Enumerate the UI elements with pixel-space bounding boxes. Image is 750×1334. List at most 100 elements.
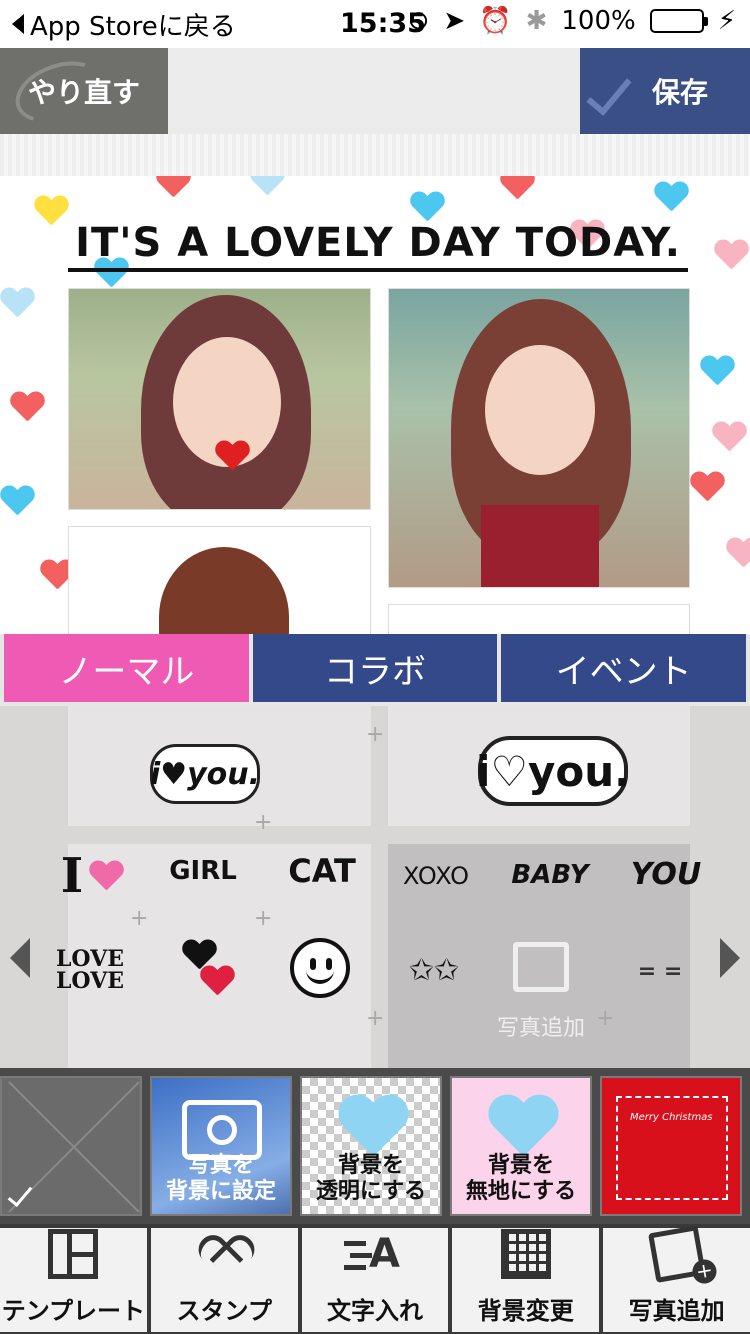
title-underline [68,268,688,272]
grid-plus-icon: + [366,1006,385,1031]
menu-add-photo-label: 写真追加 [628,1297,725,1325]
menu-stamp[interactable]: スタンプ [150,1228,298,1332]
menu-stamp-label: スタンプ [176,1297,272,1325]
background-transparent-label: 背景を 透明にする [315,1153,427,1204]
back-label: App Storeに戻る [30,11,236,42]
photo-slot-4[interactable] [388,604,690,636]
tab-normal[interactable]: ノーマル [4,634,249,702]
template-icon [48,1229,99,1279]
heart-decoration [410,192,444,222]
person-photo-icon [513,942,569,992]
save-label: 保存 [651,76,708,109]
stamp-panel: + + + + + + i♥you. i♡you. I GIRL CAT XOX… [0,706,750,1068]
stamp-double-heart[interactable] [178,936,238,1006]
stamp-label: CAT [288,852,356,890]
status-bar: App Storeに戻る 15:35 ⊙ ➤ ⏰ ✱ 100% ⚡ [0,0,750,48]
checkmark-icon [586,68,632,116]
stamp-label: YOU [630,857,702,892]
stamp-i-xoxo[interactable]: XOXO [394,846,478,906]
background-none[interactable] [0,1076,142,1216]
menu-text[interactable]: A 文字入れ [301,1228,449,1332]
back-to-app-store-link[interactable]: App Storeに戻る [0,6,236,43]
stamp-label: GIRL [169,856,237,886]
menu-text-label: 文字入れ [326,1297,423,1325]
background-photo-label: 写真を 背景に設定 [165,1153,276,1204]
photo-slot-1[interactable] [68,288,371,510]
tab-event[interactable]: イベント [501,634,747,702]
heart-decoration [34,196,68,226]
tab-collab[interactable]: コラボ [252,634,498,702]
grid-plus-icon: + [254,906,273,931]
photo-slot-2[interactable] [388,288,690,588]
heart-decoration [714,240,748,270]
stamp-i-heart[interactable]: I [52,846,132,906]
stamp-i-girl[interactable]: GIRL [160,836,246,906]
heart-decoration [10,392,44,422]
grid-plus-icon: + [130,906,149,931]
background-plain[interactable]: 背景を 無地にする [450,1076,592,1216]
stamp-i-you[interactable]: YOU [626,844,706,906]
redo-button[interactable]: やり直す [0,48,168,134]
photo-face [485,345,595,475]
whiskers-icon: = = [637,958,683,984]
next-page-arrow[interactable] [720,938,740,978]
heart-decoration [690,472,724,502]
background-plain-label: 背景を 無地にする [465,1153,577,1204]
battery-percent: 100% [561,6,636,36]
grid-plus-icon: + [366,722,385,747]
background-set-photo[interactable]: 写真を 背景に設定 [150,1076,292,1216]
bluetooth-icon: ✱ [525,6,548,36]
stamp-i-baby[interactable]: BABY [508,844,592,906]
background-icon [500,1229,551,1279]
heart-frame-icon [486,1096,560,1156]
stamp-label: LOVE LOVE [55,946,125,994]
menu-background[interactable]: 背景変更 [452,1228,600,1332]
stamp-i-cat[interactable]: CAT [282,836,362,906]
alarm-icon: ⏰ [479,6,512,36]
stamp-i-love-you-small[interactable]: i♥you. [150,744,260,804]
stamp-letter: I [60,848,84,904]
camera-lens [207,1115,237,1145]
menu-background-label: 背景変更 [477,1297,574,1325]
menu-template[interactable]: テンプレート [0,1228,147,1332]
photo-slot-3[interactable] [68,526,371,636]
background-christmas[interactable]: Merry Christmas [600,1076,742,1216]
previous-page-arrow[interactable] [10,938,30,978]
stamp-i-love-you-big[interactable]: i♡you. [476,736,630,806]
stamp-love-love[interactable]: LOVE LOVE [50,938,130,1002]
stamp-label: BABY [511,860,589,890]
christmas-text: Merry Christmas [630,1112,713,1123]
heart-decoration [500,176,534,200]
stamp-category-tabs: ノーマル コラボ イベント [0,634,750,706]
text-icon: A [343,1229,400,1279]
heart-frame-icon [336,1096,410,1156]
add-photo-placeholder[interactable]: 写真追加 [486,942,596,1042]
lollipop-heart-icon [215,441,249,471]
top-toolbar: やり直す 保存 [0,48,750,134]
photo-hair [159,547,289,636]
heart-decoration [0,288,34,318]
location-icon: ➤ [443,6,466,36]
collage-canvas[interactable]: IT'S A LOVELY DAY TODAY. [0,176,750,636]
stamp-stars[interactable]: ✩✩ [404,942,464,998]
menu-template-label: テンプレート [1,1297,146,1325]
heart-decoration [0,486,34,516]
background-transparent[interactable]: 背景を 透明にする [300,1076,442,1216]
stamp-cat-whiskers[interactable]: = = [620,956,700,986]
rotation-lock-icon: ⊙ [407,6,430,36]
heart-decoration [156,176,190,198]
divider-strip [0,134,750,176]
selected-check-icon [7,1180,33,1208]
charging-icon: ⚡ [717,6,736,36]
heart-icon [201,1237,247,1279]
stamp-label: XOXO [402,862,470,890]
smiley-stamp-icon[interactable] [290,938,350,998]
save-button[interactable]: 保存 [580,48,750,134]
heart-decoration [250,176,284,196]
back-arrow-icon [12,14,24,34]
add-photo-icon [647,1225,706,1283]
bottom-menu: テンプレート スタンプ A 文字入れ 背景変更 写真追加 [0,1224,750,1334]
menu-add-photo[interactable]: 写真追加 [603,1225,750,1332]
smiley-mouth [306,968,334,984]
template-title[interactable]: IT'S A LOVELY DAY TODAY. [68,220,688,266]
